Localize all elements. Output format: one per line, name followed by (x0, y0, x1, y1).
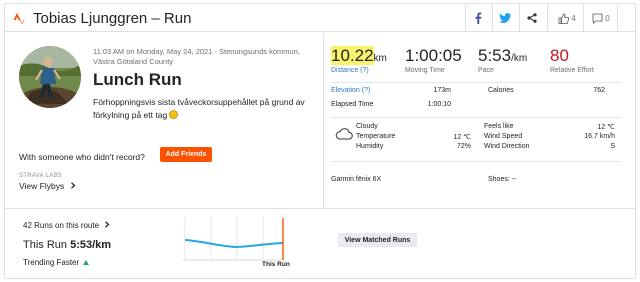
kudos-count: 4 (571, 13, 576, 23)
wind-direction-value: S (610, 143, 615, 150)
header-divider (583, 4, 584, 32)
calories-label: Calories (488, 87, 514, 94)
share-button[interactable] (521, 7, 543, 29)
feels-like-value: 12 ℃ (597, 124, 615, 131)
chevron-right-icon (70, 182, 76, 189)
activity-frame: Tobias Ljunggren – Run 4 0 11:03 AM on M… (4, 3, 636, 279)
humidity-label: Humidity (356, 143, 384, 150)
wind-speed-label: Wind Speed (484, 133, 523, 140)
activity-name: Lunch Run (93, 70, 182, 89)
pace-value: 5:53 (478, 46, 512, 65)
view-flybys-link[interactable]: View Flybys (19, 181, 76, 191)
twitter-share-button[interactable] (494, 7, 516, 29)
this-run-pace: 5:53/km (70, 239, 112, 251)
header-divider (547, 4, 548, 32)
comment-icon (592, 13, 603, 24)
chart-this-run-label: This Run (262, 261, 290, 268)
humidity-value: 72% (456, 143, 471, 150)
wind-direction-label: Wind Direction (484, 143, 530, 150)
section-divider (5, 208, 635, 209)
stat-distance: 10.22km Distance (?) (331, 46, 387, 74)
elapsed-time-value: 1:00:10 (427, 101, 451, 108)
weather-condition: Cloudy (356, 123, 378, 130)
kudos-button[interactable]: 4 (553, 7, 581, 29)
activity-description-text: Förhoppningsvis sista tvåveckorsuppehåll… (93, 97, 305, 120)
activity-description: Förhoppningsvis sista tvåveckorsuppehåll… (93, 96, 323, 122)
temperature-label: Temperature (356, 133, 396, 140)
relative-effort-label: Relative Effort (550, 67, 594, 74)
athlete-photo (19, 46, 81, 108)
stats-divider (331, 82, 621, 83)
device-name: Garmin fēnix 6X (331, 176, 382, 183)
details-divider (331, 117, 621, 118)
temperature-value: 12 ℃ (453, 134, 471, 141)
stat-relative-effort[interactable]: 80 Relative Effort (550, 46, 594, 74)
view-matched-runs-button[interactable]: View Matched Runs (338, 233, 417, 247)
header-divider (465, 4, 466, 32)
twitter-icon (499, 13, 511, 23)
route-runs-link[interactable]: 42 Runs on this route (23, 221, 110, 230)
stat-pace: 5:53/km Pace (478, 46, 527, 74)
activity-header: Tobias Ljunggren – Run 4 0 (5, 4, 635, 32)
header-divider (519, 4, 520, 32)
column-divider (323, 33, 324, 208)
calories-value: 762 (593, 87, 605, 94)
elapsed-time-label: Elapsed Time (331, 101, 374, 108)
trend-up-icon (83, 260, 90, 265)
view-flybys-label: View Flybys (19, 181, 65, 191)
trend-label: Trending Faster (23, 258, 80, 267)
share-icon (527, 13, 537, 23)
cloud-icon (335, 128, 353, 140)
elevation-label-link[interactable]: Elevation (?) (331, 87, 370, 94)
shoes-info: Shoes: -- (488, 176, 517, 183)
trend-summary: Trending Faster (23, 258, 90, 267)
relative-effort-value: 80 (550, 46, 569, 65)
thumbs-up-icon (558, 13, 570, 24)
add-friends-prompt: With someone who didn't record? (19, 152, 145, 162)
distance-label-link[interactable]: Distance (?) (331, 67, 387, 74)
facebook-share-button[interactable] (467, 7, 489, 29)
elevation-value: 173m (433, 87, 451, 94)
chevron-right-icon (105, 221, 110, 228)
sick-face-emoji-icon (169, 110, 179, 119)
facebook-icon (475, 12, 482, 24)
athlete-avatar[interactable] (19, 46, 81, 108)
weather-divider (331, 161, 621, 162)
distance-unit: km (373, 53, 387, 64)
route-runs-count: 42 Runs on this route (23, 221, 100, 230)
header-divider (492, 4, 493, 32)
pace-label: Pace (478, 67, 494, 74)
add-friends-button[interactable]: Add Friends (160, 147, 212, 162)
header-divider (617, 4, 618, 32)
comment-count: 0 (605, 13, 610, 23)
this-run-label: This Run (23, 239, 68, 251)
feels-like-label: Feels like (484, 123, 514, 130)
strava-logo-icon (13, 13, 25, 24)
wind-speed-value: 16.7 km/h (584, 133, 615, 140)
moving-time-value: 1:00:05 (405, 46, 462, 65)
distance-value: 10.22 (331, 46, 374, 65)
pace-unit: /km (511, 53, 528, 64)
page-title: Tobias Ljunggren – Run (33, 10, 192, 27)
activity-date-location: 11:03 AM on Monday, May 24, 2021 · Stenu… (93, 47, 300, 66)
moving-time-label: Moving Time (405, 67, 445, 74)
stat-moving-time: 1:00:05 Moving Time (405, 46, 462, 74)
comment-button[interactable]: 0 (587, 7, 615, 29)
strava-labs-label: STRAVA LABS (19, 173, 63, 179)
this-run-summary: This Run 5:53/km (23, 239, 111, 251)
